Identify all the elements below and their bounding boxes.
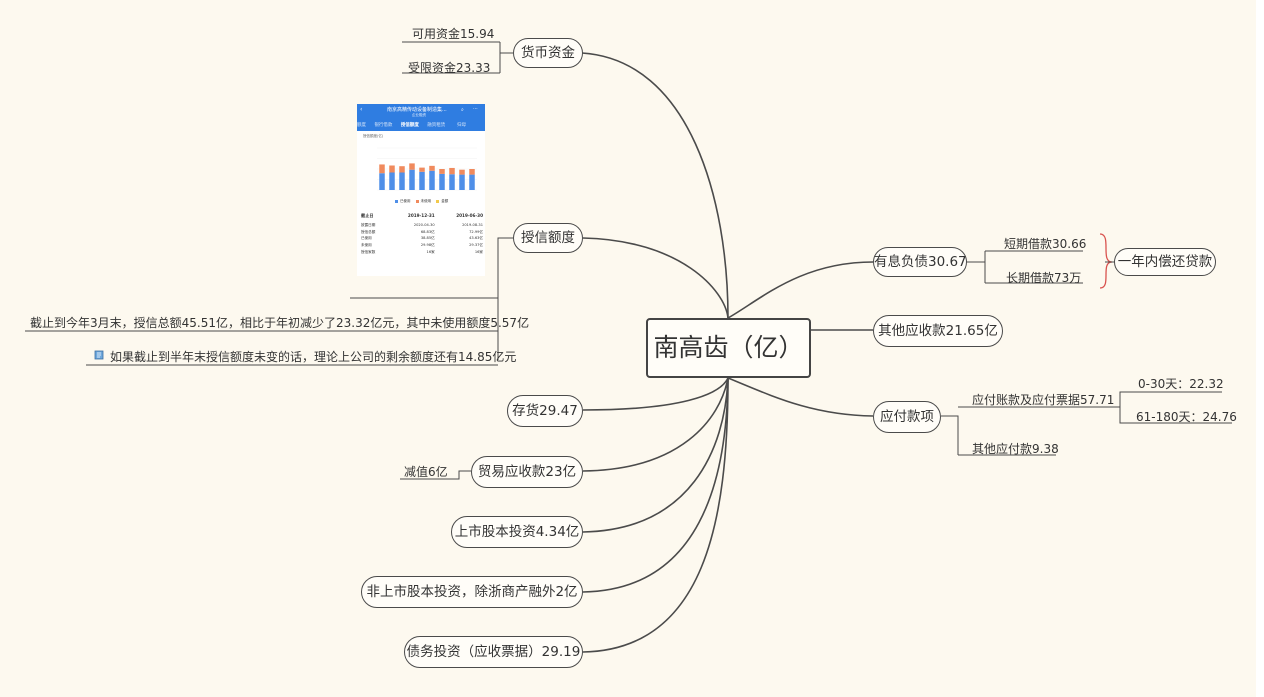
thumb-tab: 融资租赁 [427,123,446,128]
connector-cunhuo [582,377,729,411]
legend-swatch-used [395,199,398,203]
thumb-bar-chart [377,147,477,191]
sub-youxi-long[interactable]: 长期借款73万 [1006,270,1081,286]
thumb-bar-unused [379,164,385,174]
thumb-bar-unused [459,169,465,175]
thumb-y-label: 授信额度(亿) [363,134,384,138]
thumb-bar-used [459,174,465,190]
note-credit-remaining[interactable]: 如果截止到半年末授信额度未变的话，理论上公司的剩余额度还有14.85亿元 [110,349,516,365]
thumb-tab-right: 归母 [457,123,466,128]
sub-maoyi-impairment[interactable]: 减值6亿 [404,464,448,480]
thumb-legend: 已使用 未使用 金额 [391,199,448,204]
central-topic[interactable]: 南高齿（亿） [646,318,811,378]
topic-shouxin[interactable]: 授信额度 [513,223,583,253]
aging-0-30[interactable]: 0-30天：22.32 [1138,376,1224,392]
thumb-header: ‹ 南京高精传动设备制造集... 企业融资 ⌕ ⋯ 额度 银行借款 授信额度 融… [357,104,485,131]
legend-swatch-amount [436,199,440,203]
thumb-tab: 额度 [357,123,366,128]
thumb-bar-unused [419,167,425,172]
topic-zhaiwu[interactable]: 债务投资（应收票据）29.19 [404,636,583,668]
thumb-bar-unused [429,165,435,171]
thumb-tab-active: 授信额度 [400,123,419,128]
sub-huobi-restricted[interactable]: 受限资金23.33 [408,60,490,76]
sub-huobi-available[interactable]: 可用资金15.94 [412,26,494,42]
topic-cunhuo[interactable]: 存货29.47 [507,395,583,427]
thumb-tab: 银行借款 [374,123,393,128]
connector-maoyi [582,377,729,472]
right-edge-strip [1256,0,1264,697]
topic-yingfu[interactable]: 应付款项 [873,401,941,433]
connector-youxi [727,261,874,319]
thumb-bar-unused [399,166,405,173]
thumb-bar-unused [409,163,415,170]
thumb-bar-used [389,172,395,190]
note-credit-total[interactable]: 截止到今年3月末，授信总额45.51亿，相比于年初减少了23.32亿元，其中未使… [30,315,529,331]
thumb-bar-unused [449,167,455,175]
sub-yingfu-payables[interactable]: 应付账款及应付票据57.71 [972,392,1114,408]
connector-shouxin [582,237,729,319]
topic-huobi[interactable]: 货币资金 [513,38,583,68]
thumb-bar-used [429,170,435,190]
topic-shangshi[interactable]: 上市股本投资4.34亿 [451,516,583,548]
thumb-bar-unused [389,165,395,173]
legend-swatch-unused [415,199,419,203]
more-icon: ⋯ [473,106,478,112]
connector-yingfu [727,377,874,417]
note-icon [94,350,104,360]
summary-repay-within-year[interactable]: 一年内偿还贷款 [1114,248,1216,276]
credit-screenshot-thumbnail: ‹ 南京高精传动设备制造集... 企业融资 ⌕ ⋯ 额度 银行借款 授信额度 融… [357,104,485,276]
thumb-bar-unused [439,169,445,174]
thumb-table: 截止日 2019-12-31 2019-06-30 披露日期 2020-04-30… [361,212,483,254]
topic-qita[interactable]: 其他应收款21.65亿 [873,315,1003,347]
thumb-tabs: 额度 银行借款 授信额度 融资租赁 归母 [357,122,466,128]
thumb-bar-used [399,172,405,190]
thumb-bar-used [409,169,415,190]
thumb-subtitle: 企业融资 [412,113,426,117]
sub-yingfu-other[interactable]: 其他应付款9.38 [972,441,1059,457]
thumb-bar-used [439,173,445,190]
sub-youxi-short[interactable]: 短期借款30.66 [1004,236,1086,252]
topic-youxi[interactable]: 有息负债30.67 [873,247,967,277]
thumb-title: 南京高精传动设备制造集... [387,107,447,113]
thumb-bar-used [449,174,455,190]
topic-maoyi[interactable]: 贸易应收款23亿 [471,456,583,488]
summary-brace [1099,233,1113,289]
thumb-bar-unused [469,169,475,175]
thumb-bar-used [419,171,425,190]
thumb-bar-used [469,174,475,190]
topic-feishangshi[interactable]: 非上市股本投资，除浙商产融外2亿 [361,576,583,608]
thumb-bar-used [379,173,385,190]
connector-huobi [581,52,729,319]
aging-61-180[interactable]: 61-180天：24.76 [1136,409,1237,425]
search-icon: ⌕ [461,107,464,113]
back-icon: ‹ [360,106,363,113]
